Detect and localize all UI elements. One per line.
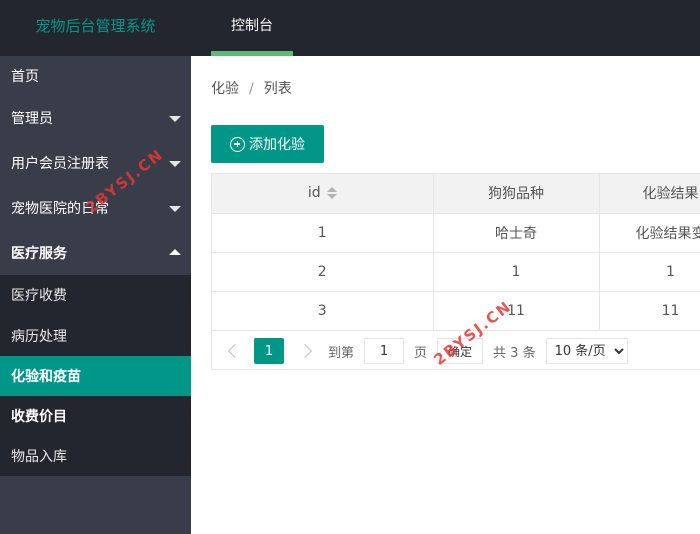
goto-page-input[interactable] [364, 338, 405, 364]
tab-console[interactable]: 控制台 [211, 0, 293, 56]
add-button-label: 添加化验 [249, 136, 305, 152]
table-row[interactable]: 3 11 11 [212, 291, 700, 331]
data-table: id 狗狗品种 化验结果 1 哈士奇 化验结果变 2 1 1 3 11 11 1… [211, 173, 700, 370]
table-cell: 11 [599, 291, 700, 331]
table-cell: 1 [433, 252, 600, 292]
table-cell: 1 [599, 252, 700, 292]
pagination: 1 到第 页 确定 共 3 条 10 条/页 [212, 331, 700, 369]
sort-icon[interactable] [326, 187, 337, 200]
table-header-row: id 狗狗品种 化验结果 [212, 174, 700, 214]
sidebar-item-label: 化验和疫苗 [11, 369, 81, 385]
chevron-down-icon [169, 116, 181, 122]
sidebar-item-label: 病历处理 [11, 328, 67, 345]
sidebar-item-member-registry[interactable]: 用户会员注册表 [0, 140, 191, 185]
breadcrumb-parent[interactable]: 化验 [211, 81, 239, 97]
table-cell: 3 [212, 291, 434, 331]
sidebar: 首页 管理员 用户会员注册表 宠物医院的日常 医疗服务 医疗收费 病历处理 化验… [0, 56, 191, 534]
chevron-right-icon[interactable] [297, 343, 313, 359]
sidebar-item-admin[interactable]: 管理员 [0, 96, 191, 140]
goto-confirm-button[interactable]: 确定 [437, 338, 484, 364]
page-size-select[interactable]: 10 条/页 [545, 338, 628, 364]
sidebar-item-hospital-daily[interactable]: 宠物医院的日常 [0, 185, 191, 230]
chevron-down-icon [169, 160, 181, 167]
table-cell: 11 [433, 291, 600, 331]
chevron-up-icon [169, 248, 181, 255]
sidebar-item-label: 宠物医院的日常 [11, 200, 109, 217]
breadcrumb: 化验 / 列表 [211, 78, 292, 98]
sidebar-item-label: 首页 [11, 69, 39, 85]
sidebar-item-label: 医疗服务 [11, 245, 67, 262]
table-row[interactable]: 1 哈士奇 化验结果变 [212, 213, 700, 253]
table-cell: 化验结果变 [599, 213, 700, 253]
page-button-current[interactable]: 1 [254, 338, 284, 364]
goto-label: 到第 [328, 345, 355, 361]
total-count: 共 3 条 [493, 345, 536, 361]
sidebar-item-label: 物品入库 [11, 449, 67, 465]
add-lab-test-button[interactable]: 添加化验 [211, 125, 324, 163]
sidebar-item-home[interactable]: 首页 [0, 56, 191, 96]
table-cell: 1 [212, 213, 434, 253]
tab-active-indicator [211, 51, 293, 56]
table-row[interactable]: 2 1 1 [212, 252, 700, 292]
page-suffix-label: 页 [414, 345, 428, 361]
column-header-label: id [307, 185, 321, 202]
column-header-id[interactable]: id [212, 174, 434, 214]
table-cell: 哈士奇 [433, 213, 600, 253]
column-header-result: 化验结果 [599, 174, 700, 214]
sidebar-item-lab-vaccine[interactable]: 化验和疫苗 [0, 356, 191, 396]
chevron-left-icon[interactable] [227, 343, 243, 359]
sidebar-item-price-list[interactable]: 收费价目 [0, 396, 191, 436]
chevron-down-icon [169, 205, 181, 212]
sidebar-item-label: 管理员 [11, 111, 53, 127]
sidebar-item-medical-fee[interactable]: 医疗收费 [0, 275, 191, 315]
breadcrumb-current: 列表 [263, 81, 292, 97]
sidebar-item-medical-record[interactable]: 病历处理 [0, 315, 191, 356]
sidebar-item-stock-in[interactable]: 物品入库 [0, 436, 191, 476]
sidebar-item-medical-service[interactable]: 医疗服务 [0, 230, 191, 275]
top-bar: 宠物后台管理系统 控制台 [0, 0, 700, 56]
column-header-breed: 狗狗品种 [433, 174, 600, 214]
sidebar-item-label: 用户会员注册表 [11, 155, 109, 172]
sidebar-item-label: 收费价目 [11, 409, 67, 425]
table-cell: 2 [212, 252, 434, 292]
plus-circle-icon [230, 136, 245, 152]
sidebar-item-label: 医疗收费 [11, 288, 67, 304]
app-title: 宠物后台管理系统 [35, 17, 156, 35]
breadcrumb-separator: / [249, 81, 254, 97]
